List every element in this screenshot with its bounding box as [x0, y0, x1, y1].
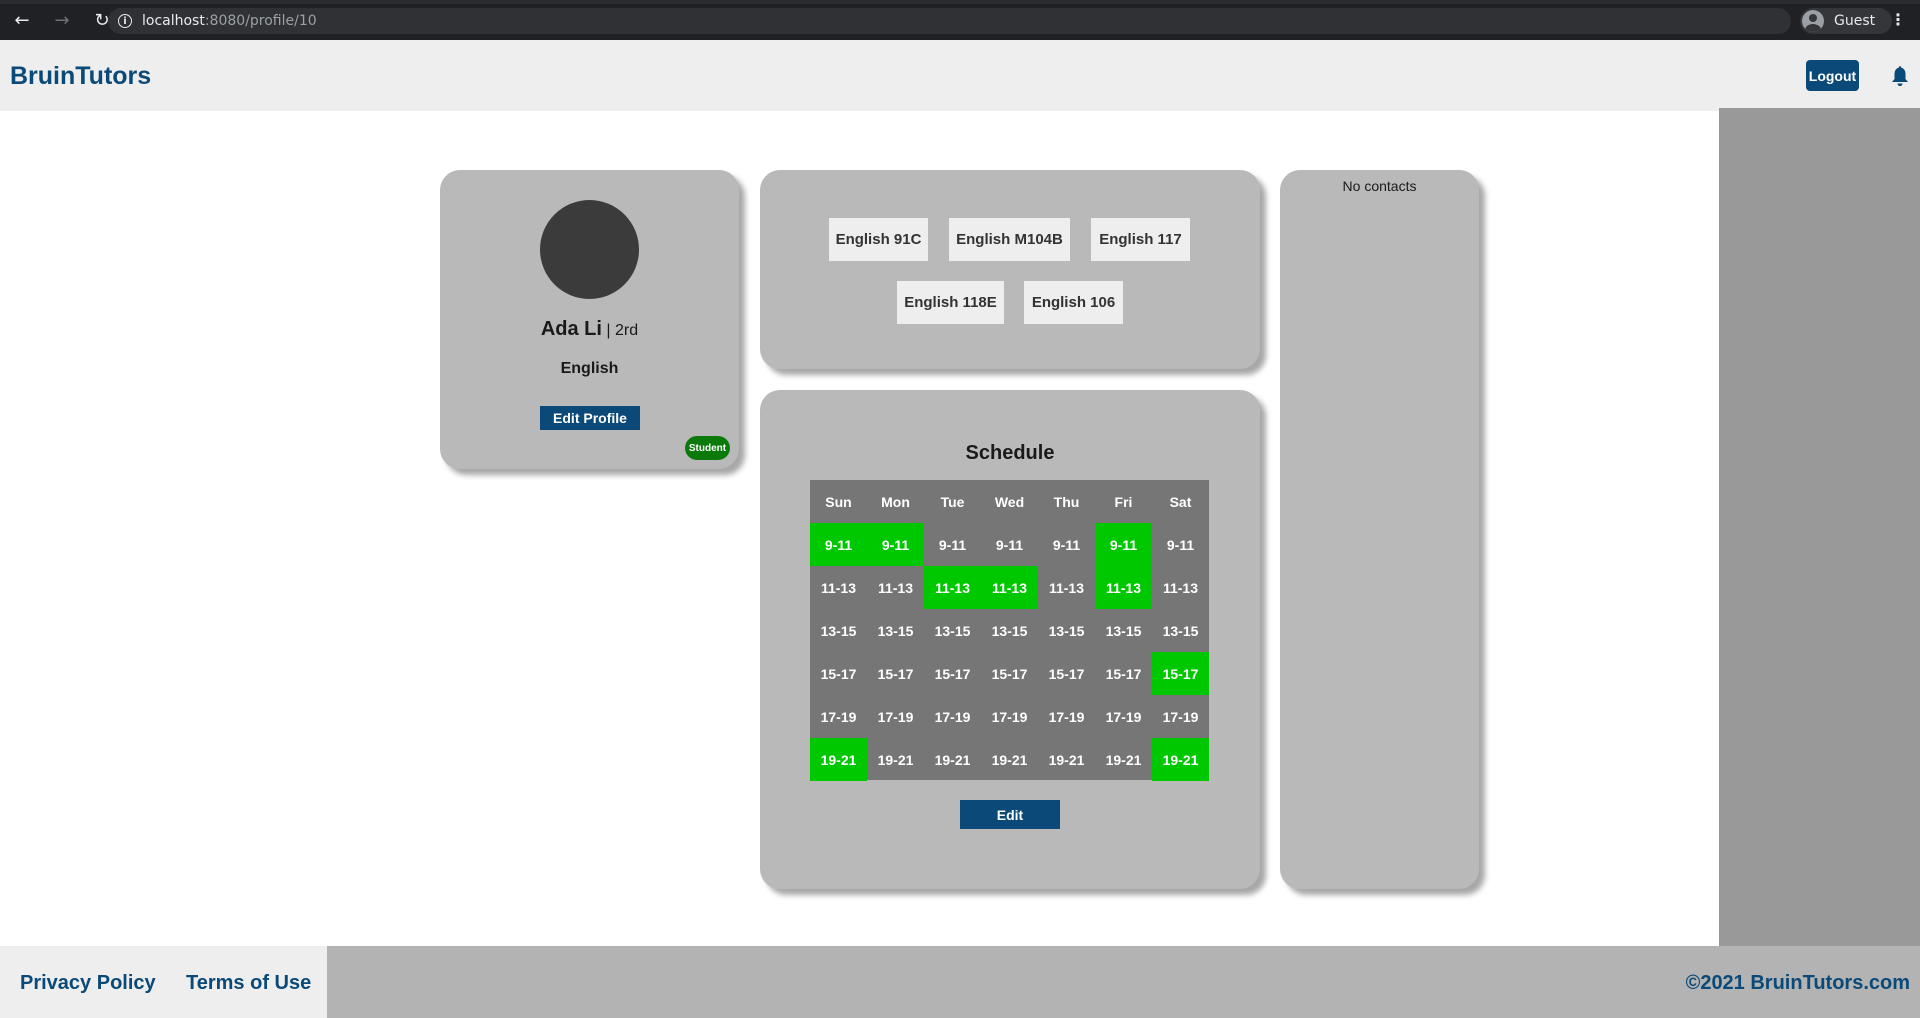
courses-card: English 91C English M104B English 117 En… [760, 170, 1260, 369]
schedule-slot: 19-21 [1048, 751, 1085, 768]
schedule-slot: 9-11 [1095, 523, 1152, 566]
course-chip[interactable]: English M104B [949, 218, 1070, 261]
schedule-slot: 17-19 [934, 708, 971, 725]
course-chip[interactable]: English 106 [1024, 281, 1123, 324]
copyright: ©2021 BruinTutors.com [1685, 972, 1910, 994]
browser-chrome: ← → ↻ i localhost:8080/profile/10 Guest … [0, 0, 1920, 40]
schedule-slot: 13-15 [934, 622, 971, 639]
back-arrow-icon[interactable]: ← [9, 7, 35, 33]
schedule-slot: 9-11 [995, 536, 1024, 553]
schedule-slot: 15-17 [1105, 665, 1142, 682]
schedule-slot: 19-21 [934, 751, 971, 768]
schedule-slot: 13-15 [820, 622, 857, 639]
footer: Privacy Policy Terms of Use ©2021 BruinT… [0, 946, 1920, 1018]
schedule-slot: 15-17 [1152, 652, 1209, 695]
browser-menu-icon[interactable]: ⋮ [1890, 10, 1906, 29]
schedule-slot: 19-21 [1105, 751, 1142, 768]
schedule-day-header: Sat [1169, 493, 1192, 510]
profile-name-line: Ada Li | 2rd [440, 318, 739, 341]
profile-button[interactable]: Guest [1800, 8, 1892, 34]
profile-year: | 2rd [606, 322, 639, 339]
schedule-slot: 9-11 [1052, 536, 1081, 553]
schedule-card: Schedule Sun Mon Tue Wed Thu Fri Sat 9-11 9-11 9-… [760, 390, 1260, 889]
schedule-slot: 11-13 [820, 579, 857, 596]
course-chip[interactable]: English 118E [897, 281, 1004, 324]
schedule-slot: 19-21 [810, 738, 867, 781]
brand-logo[interactable]: BruinTutors [10, 62, 151, 91]
schedule-slot: 9-11 [938, 536, 967, 553]
schedule-slot: 17-19 [1105, 708, 1142, 725]
schedule-slot: 11-13 [1095, 566, 1152, 609]
schedule-slot: 13-15 [877, 622, 914, 639]
schedule-slot: 11-13 [1048, 579, 1085, 596]
profile-name: Ada Li [540, 318, 602, 340]
guest-avatar-icon [1802, 10, 1824, 32]
schedule-slot: 11-13 [924, 566, 981, 609]
schedule-slot: 15-17 [1048, 665, 1085, 682]
schedule-slot: 19-21 [991, 751, 1028, 768]
schedule-slot: 15-17 [934, 665, 971, 682]
schedule-day-header: Mon [881, 493, 910, 510]
schedule-day-header: Tue [940, 493, 965, 510]
schedule-slot: 17-19 [1048, 708, 1085, 725]
role-badge: Student [685, 436, 730, 460]
edit-profile-button[interactable]: Edit Profile [540, 406, 640, 430]
schedule-slot: 13-15 [1162, 622, 1199, 639]
profile-major: English [560, 360, 619, 377]
side-panel [1719, 108, 1920, 946]
schedule-slot: 11-13 [877, 579, 914, 596]
schedule-day-header: Fri [1114, 493, 1133, 510]
schedule-title: Schedule [965, 442, 1055, 464]
contacts-card: No contacts [1280, 170, 1479, 889]
schedule-slot: 9-11 [867, 523, 924, 566]
no-contacts-text: No contacts [1342, 178, 1417, 194]
schedule-slot: 19-21 [877, 751, 914, 768]
schedule-slot: 11-13 [1162, 579, 1199, 596]
address-bar[interactable]: i localhost:8080/profile/10 [108, 8, 1791, 34]
course-chip[interactable]: English 117 [1091, 218, 1190, 261]
profile-label: Guest [1834, 13, 1876, 29]
profile-picture [540, 200, 639, 299]
schedule-slot: 11-13 [981, 566, 1038, 609]
schedule-slot: 13-15 [1048, 622, 1085, 639]
schedule-slot: 17-19 [877, 708, 914, 725]
terms-of-use-link[interactable]: Terms of Use [186, 972, 311, 995]
edit-schedule-button[interactable]: Edit [960, 800, 1060, 829]
profile-card: Ada Li | 2rd English Edit Profile Studen… [440, 170, 739, 469]
tab-strip [0, 0, 1920, 4]
schedule-slot: 17-19 [820, 708, 857, 725]
course-chip[interactable]: English 91C [829, 218, 928, 261]
privacy-policy-link[interactable]: Privacy Policy [20, 972, 156, 995]
schedule-slot: 15-17 [877, 665, 914, 682]
schedule-day-header: Wed [994, 493, 1025, 510]
schedule-slot: 19-21 [1152, 738, 1209, 781]
logout-button[interactable]: Logout [1806, 60, 1859, 91]
schedule-slot: 9-11 [1166, 536, 1195, 553]
schedule-day-header: Thu [1053, 493, 1080, 510]
schedule-slot: 9-11 [810, 523, 867, 566]
address-url[interactable]: localhost:8080/profile/10 [142, 13, 317, 29]
schedule-slot: 13-15 [1105, 622, 1142, 639]
site-info-icon[interactable]: i [118, 14, 132, 28]
schedule-slot: 17-19 [1162, 708, 1199, 725]
forward-arrow-icon[interactable]: → [49, 7, 75, 33]
schedule-slot: 15-17 [991, 665, 1028, 682]
schedule-slot: 17-19 [991, 708, 1028, 725]
schedule-day-header: Sun [825, 493, 852, 510]
schedule-slot: 15-17 [820, 665, 857, 682]
bell-icon[interactable] [1890, 65, 1910, 87]
app-header: BruinTutors Logout [0, 40, 1920, 111]
schedule-grid: Sun Mon Tue Wed Thu Fri Sat 9-11 9-11 9-11 9-11 9-1… [810, 480, 1209, 781]
schedule-slot: 13-15 [991, 622, 1028, 639]
